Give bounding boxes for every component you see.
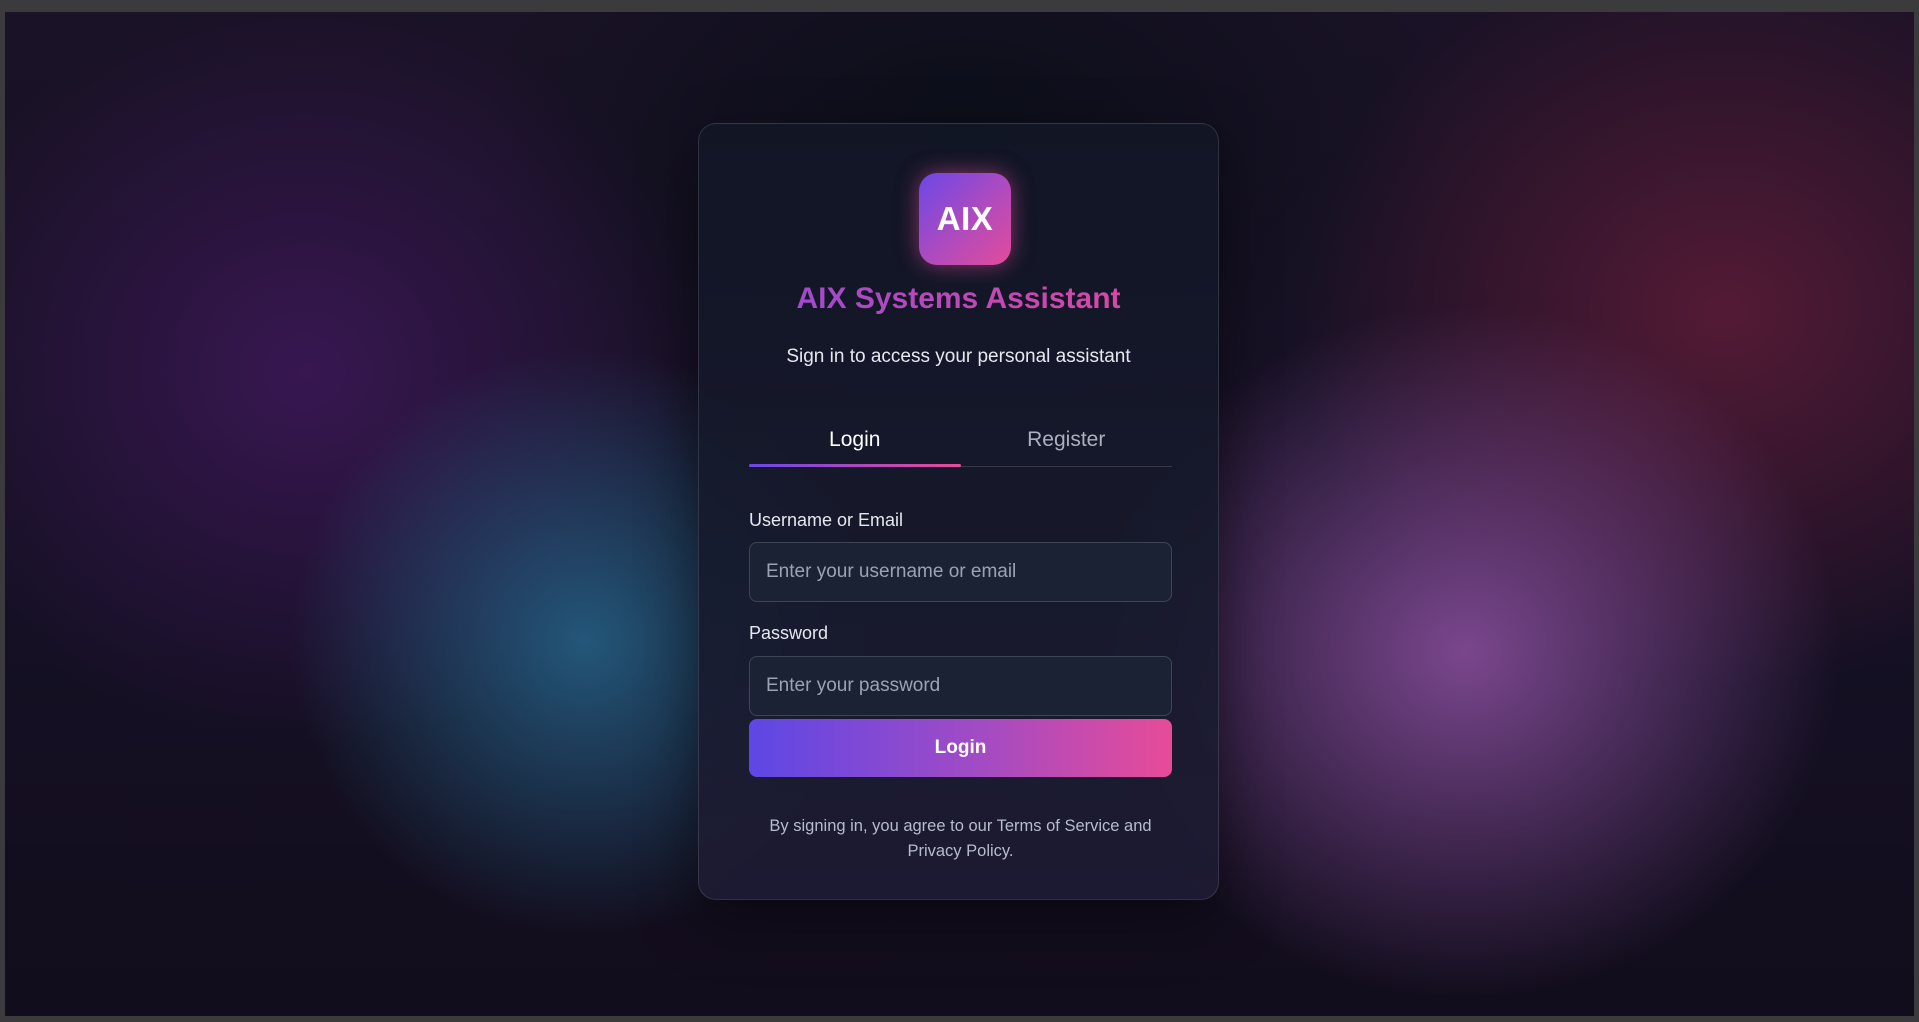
login-button[interactable]: Login [749, 719, 1172, 777]
terms-line-1: By signing in, you agree to our Terms of… [769, 817, 1152, 835]
terms-line-2: Privacy Policy. [907, 842, 1014, 860]
app-logo: AIX [919, 173, 1011, 265]
login-page: AIX AIX Systems Assistant Sign in to acc… [5, 12, 1914, 1016]
window-top-strip [0, 0, 1919, 12]
auth-tabs: Login Register [749, 414, 1172, 467]
logo-text: AIX [936, 200, 994, 237]
username-input[interactable] [749, 542, 1172, 602]
password-input[interactable] [749, 656, 1172, 716]
username-label: Username or Email [749, 510, 904, 530]
page-subtitle: Sign in to access your personal assistan… [786, 346, 1131, 367]
terms-notice: By signing in, you agree to our Terms of… [749, 814, 1172, 864]
tab-register[interactable]: Register [961, 414, 1173, 466]
password-label: Password [749, 623, 829, 643]
page-title: AIX Systems Assistant [699, 282, 1218, 316]
tab-login[interactable]: Login [749, 414, 961, 467]
login-card: AIX AIX Systems Assistant Sign in to acc… [698, 123, 1219, 900]
